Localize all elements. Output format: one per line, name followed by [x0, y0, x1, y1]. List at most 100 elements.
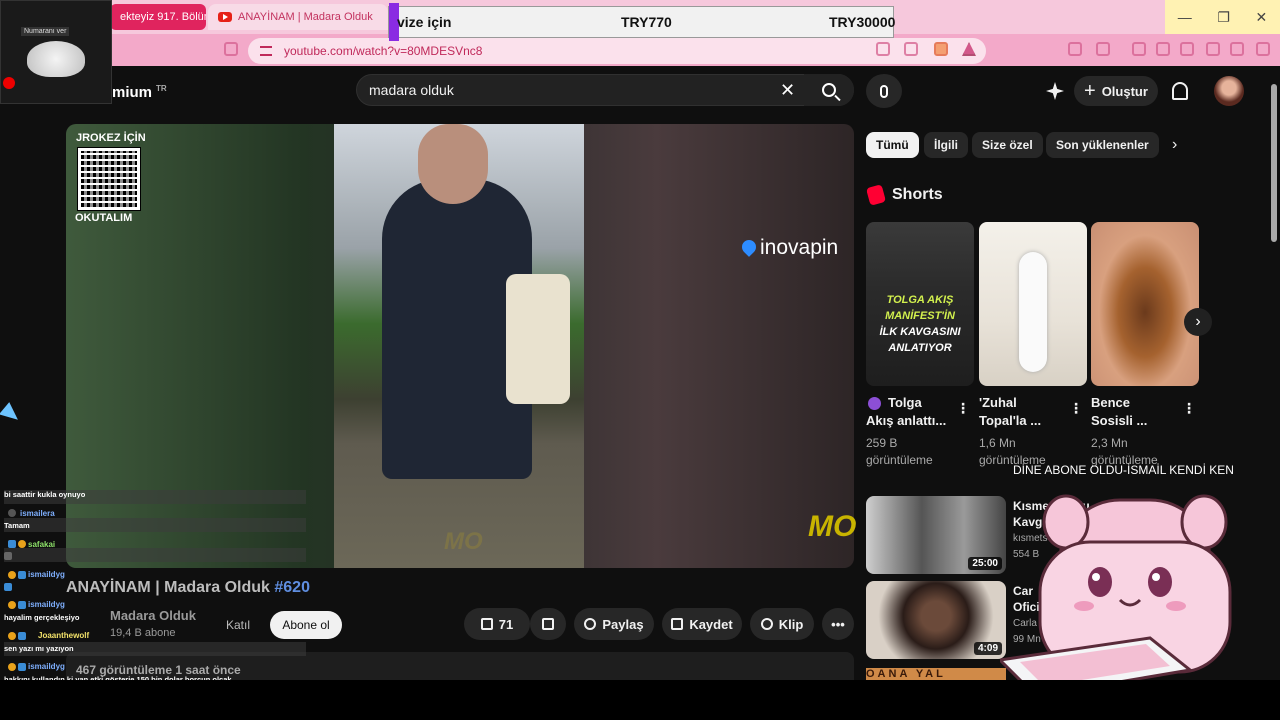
- create-button[interactable]: + Oluştur: [1074, 76, 1158, 106]
- window-controls: — ❐ ✕: [1165, 0, 1280, 34]
- short-overlay-text: TOLGA AKIŞ MANİFEST'İN İLK KAVGASINI ANL…: [872, 292, 968, 356]
- site-info-icon[interactable]: [260, 46, 272, 56]
- plus-icon: +: [1084, 79, 1096, 102]
- user-badge-icon: [8, 540, 16, 548]
- join-button[interactable]: Katıl: [212, 612, 264, 638]
- extension-icon[interactable]: [1206, 42, 1220, 56]
- overlay-price-1: TRY770: [621, 14, 672, 30]
- shorts-logo-icon: [865, 184, 887, 206]
- search-button[interactable]: [804, 74, 854, 106]
- notifications-bell-icon[interactable]: [1172, 82, 1188, 100]
- extension-icon[interactable]: [1132, 42, 1146, 56]
- user-badge-icon: [18, 663, 26, 671]
- views-count: 1,6 Mn: [979, 436, 1016, 450]
- extension-icon[interactable]: [1156, 42, 1170, 56]
- menu-icon[interactable]: [1256, 42, 1270, 56]
- clear-search-icon[interactable]: ✕: [780, 80, 795, 101]
- scrollbar-thumb[interactable]: [1271, 84, 1277, 242]
- video-frame: [334, 124, 584, 568]
- more-options-icon[interactable]: ⋮: [1069, 400, 1083, 417]
- user-badge-icon: [18, 540, 26, 548]
- share-icon[interactable]: [904, 42, 918, 56]
- chat-row-bg: [4, 518, 306, 532]
- short-thumbnail[interactable]: TOLGA AKIŞ MANİFEST'İN İLK KAVGASINI ANL…: [866, 222, 974, 386]
- close-window-button[interactable]: ✕: [1255, 9, 1267, 26]
- share-label: Paylaş: [602, 616, 644, 632]
- sponsor-logo: inovapin: [739, 236, 839, 260]
- short-thumbnail[interactable]: [979, 222, 1087, 386]
- youtube-icon: [218, 12, 232, 22]
- browser-tab-active[interactable]: ANAYİNAM | Madara Olduk: [208, 4, 388, 30]
- like-button[interactable]: 71: [464, 608, 530, 640]
- overlay-line: İLK KAVGASINI: [879, 326, 961, 338]
- extension-icon[interactable]: [1230, 42, 1244, 56]
- short-thumbnail[interactable]: [1091, 222, 1199, 386]
- chevron-right-icon[interactable]: ›: [1172, 136, 1177, 154]
- filter-chip-all[interactable]: Tümü: [866, 132, 919, 158]
- more-actions-button[interactable]: •••: [822, 608, 854, 640]
- youtube-logo[interactable]: mium TR: [112, 84, 167, 101]
- sponsor-text: inovapin: [760, 236, 839, 259]
- chat-message: bi saattir kukla oynuyo: [4, 490, 86, 499]
- short-title[interactable]: Tolga Akış anlattı...: [866, 394, 956, 430]
- save-label: Kaydet: [689, 616, 733, 632]
- maximize-button[interactable]: ❐: [1217, 9, 1230, 26]
- webcam-label: Numaranı ver: [21, 27, 70, 36]
- chat-username: Joaanthewolf: [38, 631, 90, 640]
- title-hashtag[interactable]: #620: [274, 579, 310, 596]
- shorts-next-button[interactable]: ›: [1184, 308, 1212, 336]
- person-figure: [1019, 252, 1047, 372]
- logo-text: mium: [112, 84, 153, 101]
- user-badge-icon: [18, 632, 26, 640]
- filter-chip-recent[interactable]: Son yüklenenler: [1046, 132, 1159, 158]
- video-duration: 25:00: [968, 557, 1002, 570]
- chat-message: Tamam: [4, 521, 30, 530]
- webcam-overlay: Numaranı ver: [0, 0, 112, 104]
- user-badge-icon: [18, 571, 26, 579]
- mic-icon: [880, 84, 888, 98]
- subscribe-button[interactable]: Abone ol: [270, 611, 342, 639]
- create-label: Oluştur: [1101, 83, 1148, 99]
- more-options-icon[interactable]: ⋮: [1182, 400, 1196, 417]
- title-text: Tolga: [888, 395, 922, 410]
- dislike-button[interactable]: [530, 608, 566, 640]
- video-thumbnail[interactable]: OANA YAL: [866, 668, 1006, 680]
- save-button[interactable]: Kaydet: [662, 608, 742, 640]
- user-badge-icon: [4, 552, 12, 560]
- short-title[interactable]: 'Zuhal Topal'la ...: [979, 394, 1069, 430]
- share-arrow-icon: [584, 618, 597, 630]
- channel-name[interactable]: Madara Olduk: [110, 608, 196, 623]
- brave-shield-icon[interactable]: [934, 42, 948, 56]
- extension-icon[interactable]: [1068, 42, 1082, 56]
- chat-username: ismaildyg: [28, 662, 65, 671]
- like-count: 71: [498, 616, 514, 632]
- extension-icon[interactable]: [1180, 42, 1194, 56]
- channel-watermark: MO: [808, 510, 857, 543]
- title-line-1: Tolga: [866, 394, 956, 412]
- cast-icon[interactable]: [876, 42, 890, 56]
- url-text: youtube.com/watch?v=80MDESVnc8: [284, 44, 483, 58]
- browser-tab-1[interactable]: ekteyiz 917. Bölüm: [110, 4, 206, 30]
- filter-chip-related[interactable]: İlgili: [924, 132, 968, 158]
- video-thumbnail[interactable]: 4:09: [866, 581, 1006, 659]
- tab-label: ANAYİNAM | Madara Olduk: [238, 11, 373, 23]
- views-count: 259 B: [866, 436, 898, 450]
- chat-username: safakai: [28, 540, 56, 549]
- share-button[interactable]: Paylaş: [574, 608, 654, 640]
- sparkle-icon[interactable]: [1046, 82, 1064, 100]
- pin-icon: [739, 237, 759, 257]
- more-options-icon[interactable]: ⋮: [956, 400, 970, 417]
- filter-chip-for-you[interactable]: Size özel: [972, 132, 1043, 158]
- overlay-line: TOLGA AKIŞ: [886, 294, 954, 306]
- short-title[interactable]: Bence Sosisli ...: [1091, 394, 1181, 430]
- scissors-icon: [760, 618, 773, 630]
- voice-search-button[interactable]: [866, 74, 902, 108]
- minimize-button[interactable]: —: [1178, 9, 1192, 25]
- clip-button[interactable]: Klip: [750, 608, 814, 640]
- video-thumbnail[interactable]: 25:00: [866, 496, 1006, 574]
- user-badge-icon: [18, 601, 26, 609]
- extension-icon[interactable]: [1096, 42, 1110, 56]
- bookmark-icon[interactable]: [224, 42, 238, 56]
- avatar[interactable]: [1214, 76, 1244, 106]
- chat-username: ismailera: [20, 509, 55, 518]
